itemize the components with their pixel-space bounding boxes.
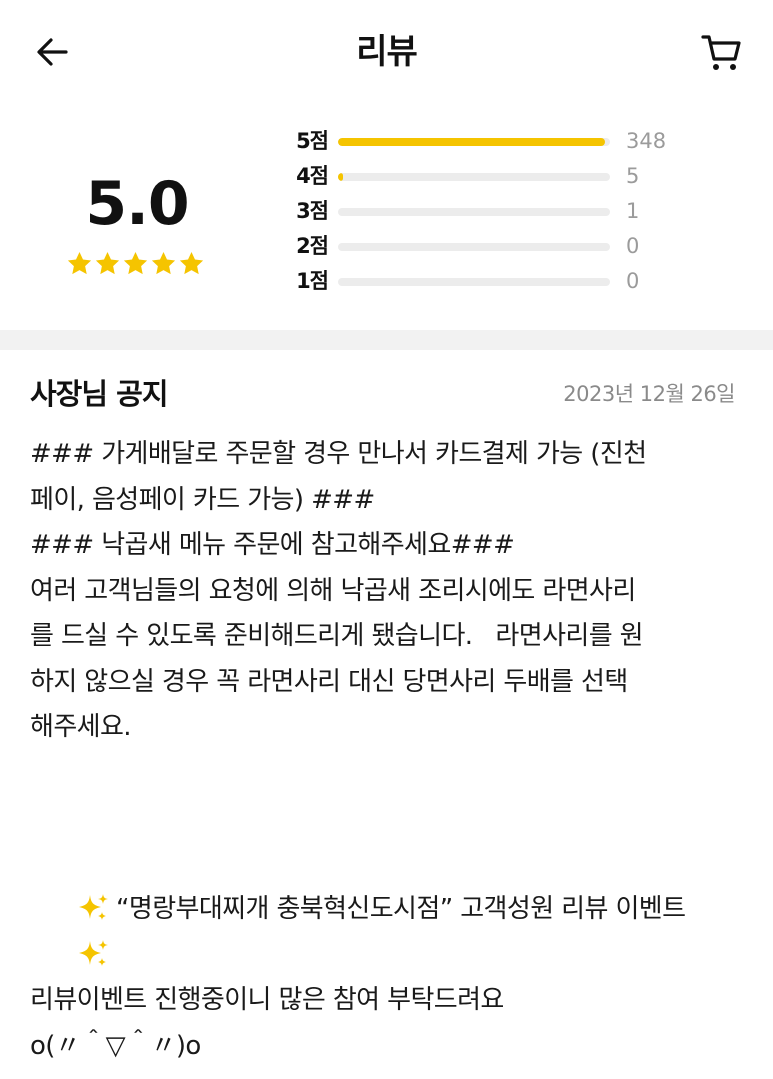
- rating-row-label: 1점: [296, 269, 329, 293]
- event-title-text: “명랑부대찌개 충북혁신도시점” 고객성원 리뷰 이벤트: [116, 894, 686, 924]
- average-rating: 5.0: [85, 169, 189, 239]
- star-icon: [179, 252, 204, 275]
- shopping-cart-icon: [701, 35, 741, 70]
- page-title: 리뷰: [356, 32, 418, 72]
- app-header: 리뷰: [0, 0, 773, 104]
- rating-row-3: 3점 1: [286, 196, 746, 231]
- rating-distribution: 5점 348 4점 5 3점 1 2점 0 1점 0: [286, 126, 746, 301]
- rating-row-4: 4점 5: [286, 161, 746, 196]
- notice-blank-line: [30, 933, 745, 979]
- rating-row-label: 4점: [296, 164, 329, 188]
- rating-bar-track: [338, 173, 610, 181]
- section-divider: [0, 330, 773, 350]
- notice-line: 해주세요.: [30, 712, 132, 742]
- star-icon: [67, 252, 92, 275]
- sparkles-icon: [79, 894, 108, 920]
- owner-notice: 사장님 공지 2023년 12월 26일 ### 가게배달로 주문할 경우 만나…: [0, 350, 773, 1079]
- notice-line: ### 낙곱새 메뉴 주문에 참고해주세요###: [30, 530, 515, 560]
- rating-row-count: 0: [626, 234, 640, 258]
- star-icon: [151, 252, 176, 275]
- star-rating: [66, 250, 205, 277]
- notice-line: 페이, 음성페이 카드 가능) ###: [30, 484, 375, 515]
- rating-row-1: 1점 0: [286, 266, 746, 301]
- notice-blank-line: [30, 796, 745, 842]
- rating-row-count: 5: [626, 164, 640, 188]
- rating-row-label: 3점: [296, 199, 329, 223]
- notice-line: 여러 고객님들의 요청에 의해 낙곱새 조리시에도 라면사리: [30, 575, 636, 606]
- notice-line: ### 가게배달로 주문할 경우 만나서 카드결제 가능 (진천: [30, 439, 647, 469]
- rating-row-count: 348: [626, 129, 667, 153]
- rating-row-label: 5점: [296, 129, 329, 153]
- rating-row-2: 2점 0: [286, 231, 746, 266]
- notice-title: 사장님 공지: [30, 377, 168, 411]
- sparkles-icon: [79, 939, 108, 966]
- rating-row-label: 2점: [296, 234, 329, 258]
- star-icon: [95, 252, 120, 275]
- rating-bar-track: [338, 208, 610, 216]
- notice-event-line: “명랑부대찌개 충북혁신도시점” 고객성원 리뷰 이벤트: [30, 842, 745, 924]
- rating-row-count: 1: [626, 199, 640, 223]
- notice-blank-line: [30, 751, 745, 797]
- notice-line: 를 드실 수 있도록 준비해드리게 됐습니다. 라면사리를 원: [30, 621, 644, 651]
- cart-button[interactable]: [698, 30, 746, 74]
- rating-bar-track: [338, 138, 610, 146]
- notice-date: 2023년 12월 26일: [563, 382, 735, 406]
- rating-row-count: 0: [626, 269, 640, 293]
- rating-bar-track: [338, 278, 610, 286]
- rating-bar-fill: [338, 173, 343, 181]
- star-icon: [123, 252, 148, 275]
- rating-bar-fill: [338, 138, 606, 146]
- notice-line: o(〃＾▽＾〃)o: [30, 1030, 201, 1061]
- rating-row-5: 5점 348: [286, 126, 746, 161]
- rating-summary: 5.0 5점 348 4점 5 3점 1 2점 0 1점 0: [0, 104, 773, 330]
- notice-line: 리뷰이벤트 진행중이니 많은 참여 부탁드려요: [30, 985, 504, 1015]
- notice-body: ### 가게배달로 주문할 경우 만나서 카드결제 가능 (진천 페이, 음성페…: [30, 432, 745, 1069]
- notice-line: 하지 않으실 경우 꼭 라면사리 대신 당면사리 두배를 선택: [30, 666, 628, 697]
- rating-bar-track: [338, 243, 610, 251]
